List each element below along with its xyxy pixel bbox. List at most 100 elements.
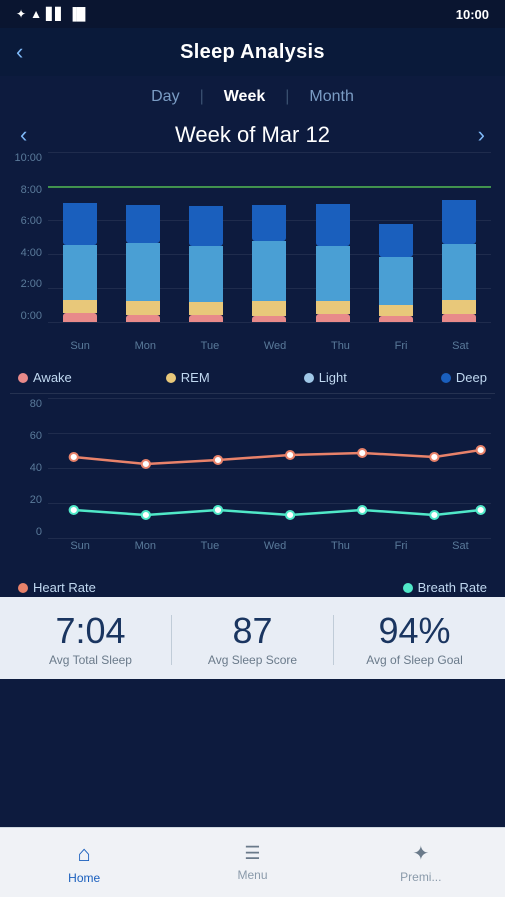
stats-section: 7:04 Avg Total Sleep 87 Avg Sleep Score … bbox=[0, 597, 505, 679]
y-label-6: 6:00 bbox=[10, 215, 42, 227]
section-divider bbox=[10, 393, 495, 394]
status-time: 10:00 bbox=[456, 7, 489, 22]
stat-sleep-score-label: Avg Sleep Score bbox=[172, 653, 333, 667]
bar-thu bbox=[314, 204, 352, 322]
br-dot-sat bbox=[477, 506, 485, 514]
awake-sun bbox=[63, 313, 97, 322]
deep-dot bbox=[441, 373, 451, 383]
next-week-button[interactable]: › bbox=[478, 122, 485, 148]
vx-sun: Sun bbox=[70, 540, 90, 552]
awake-tue bbox=[189, 315, 223, 322]
nav-premium[interactable]: ✦ Premi... bbox=[337, 841, 505, 884]
vx-thu: Thu bbox=[331, 540, 350, 552]
bluetooth-icon: ✦ bbox=[16, 7, 26, 21]
deep-mon bbox=[126, 205, 160, 243]
hr-dot-mon bbox=[142, 460, 150, 468]
prev-week-button[interactable]: ‹ bbox=[20, 122, 27, 148]
sleep-bar-chart: 10:00 8:00 6:00 4:00 2:00 0:00 bbox=[10, 152, 495, 362]
status-bar: ✦ ▲ ▋▋ ▐█ 10:00 bbox=[0, 0, 505, 28]
tab-week[interactable]: Week bbox=[204, 84, 286, 110]
back-button[interactable]: ‹ bbox=[16, 39, 23, 65]
vitals-line-chart: 80 60 40 20 0 bbox=[10, 398, 495, 578]
br-dot-mon bbox=[142, 511, 150, 519]
y-label-10: 10:00 bbox=[10, 152, 42, 164]
heart-rate-dot bbox=[18, 583, 28, 593]
vitals-x-axis: Sun Mon Tue Wed Thu Fri Sat bbox=[48, 536, 491, 552]
stat-sleep-score-value: 87 bbox=[172, 613, 333, 649]
heart-rate-line bbox=[74, 450, 481, 464]
period-tab-bar: Day | Week | Month bbox=[0, 76, 505, 118]
deep-thu bbox=[316, 204, 350, 246]
legend-awake: Awake bbox=[18, 370, 72, 385]
bar-fri bbox=[377, 224, 415, 322]
hr-dot-thu bbox=[358, 449, 366, 457]
awake-thu bbox=[316, 314, 350, 322]
premium-icon: ✦ bbox=[412, 841, 429, 866]
tab-day[interactable]: Day bbox=[131, 84, 199, 110]
legend-deep: Deep bbox=[441, 370, 487, 385]
bars-area bbox=[48, 152, 491, 322]
awake-sat bbox=[442, 314, 476, 322]
deep-sat bbox=[442, 200, 476, 244]
vx-tue: Tue bbox=[201, 540, 220, 552]
status-icons-left: ✦ ▲ ▋▋ ▐█ bbox=[16, 7, 85, 21]
deep-fri bbox=[379, 224, 413, 257]
stat-sleep-goal-value: 94% bbox=[334, 613, 495, 649]
bar-wed bbox=[250, 205, 288, 322]
breath-rate-line bbox=[74, 510, 481, 515]
awake-mon bbox=[126, 315, 160, 322]
x-fri: Fri bbox=[395, 340, 408, 352]
sleep-y-axis: 10:00 8:00 6:00 4:00 2:00 0:00 bbox=[10, 152, 46, 322]
stat-sleep-goal-label: Avg of Sleep Goal bbox=[334, 653, 495, 667]
tab-month[interactable]: Month bbox=[289, 84, 373, 110]
sleep-legend: Awake REM Light Deep bbox=[10, 366, 495, 389]
stat-sleep-goal: 94% Avg of Sleep Goal bbox=[334, 613, 495, 667]
vx-wed: Wed bbox=[264, 540, 286, 552]
signal-icon: ▲ bbox=[30, 7, 42, 21]
light-sat bbox=[442, 244, 476, 300]
nav-menu-label: Menu bbox=[237, 868, 267, 882]
hr-dot-wed bbox=[286, 451, 294, 459]
y-label-0: 0:00 bbox=[10, 310, 42, 322]
vitals-legend: Heart Rate Breath Rate bbox=[10, 578, 495, 597]
page-title: Sleep Analysis bbox=[180, 41, 325, 64]
light-label: Light bbox=[319, 370, 347, 385]
rem-thu bbox=[316, 301, 350, 314]
bar-stack-fri bbox=[377, 224, 415, 322]
deep-tue bbox=[189, 206, 223, 246]
line-chart-svg-area bbox=[48, 398, 491, 538]
home-icon: ⌂ bbox=[78, 841, 91, 867]
bottom-nav: ⌂ Home ☰ Menu ✦ Premi... bbox=[0, 827, 505, 897]
rem-sun bbox=[63, 300, 97, 313]
br-dot-sun bbox=[70, 506, 78, 514]
br-dot-fri bbox=[430, 511, 438, 519]
y-label-2: 2:00 bbox=[10, 278, 42, 290]
stat-total-sleep-value: 7:04 bbox=[10, 613, 171, 649]
x-sat: Sat bbox=[452, 340, 469, 352]
deep-sun bbox=[63, 203, 97, 245]
hr-dot-fri bbox=[430, 453, 438, 461]
bars-group bbox=[48, 152, 491, 322]
br-dot-thu bbox=[358, 506, 366, 514]
rem-fri bbox=[379, 305, 413, 316]
sleep-chart-container: 10:00 8:00 6:00 4:00 2:00 0:00 bbox=[0, 152, 505, 389]
x-thu: Thu bbox=[331, 340, 350, 352]
vx-fri: Fri bbox=[395, 540, 408, 552]
bar-sun bbox=[61, 203, 99, 322]
light-sun bbox=[63, 245, 97, 300]
bar-stack-wed bbox=[250, 205, 288, 322]
stat-total-sleep-label: Avg Total Sleep bbox=[10, 653, 171, 667]
vy-80: 80 bbox=[10, 398, 42, 410]
hr-dot-sun bbox=[70, 453, 78, 461]
br-dot-wed bbox=[286, 511, 294, 519]
vx-sat: Sat bbox=[452, 540, 469, 552]
vitals-chart-container: 80 60 40 20 0 bbox=[0, 398, 505, 597]
nav-menu[interactable]: ☰ Menu bbox=[168, 843, 336, 882]
nav-home-label: Home bbox=[68, 871, 100, 885]
awake-fri bbox=[379, 316, 413, 322]
wifi-icon: ▋▋ bbox=[46, 7, 64, 21]
week-navigator: ‹ Week of Mar 12 › bbox=[0, 118, 505, 152]
light-tue bbox=[189, 246, 223, 302]
nav-home[interactable]: ⌂ Home bbox=[0, 841, 168, 885]
rem-tue bbox=[189, 302, 223, 315]
